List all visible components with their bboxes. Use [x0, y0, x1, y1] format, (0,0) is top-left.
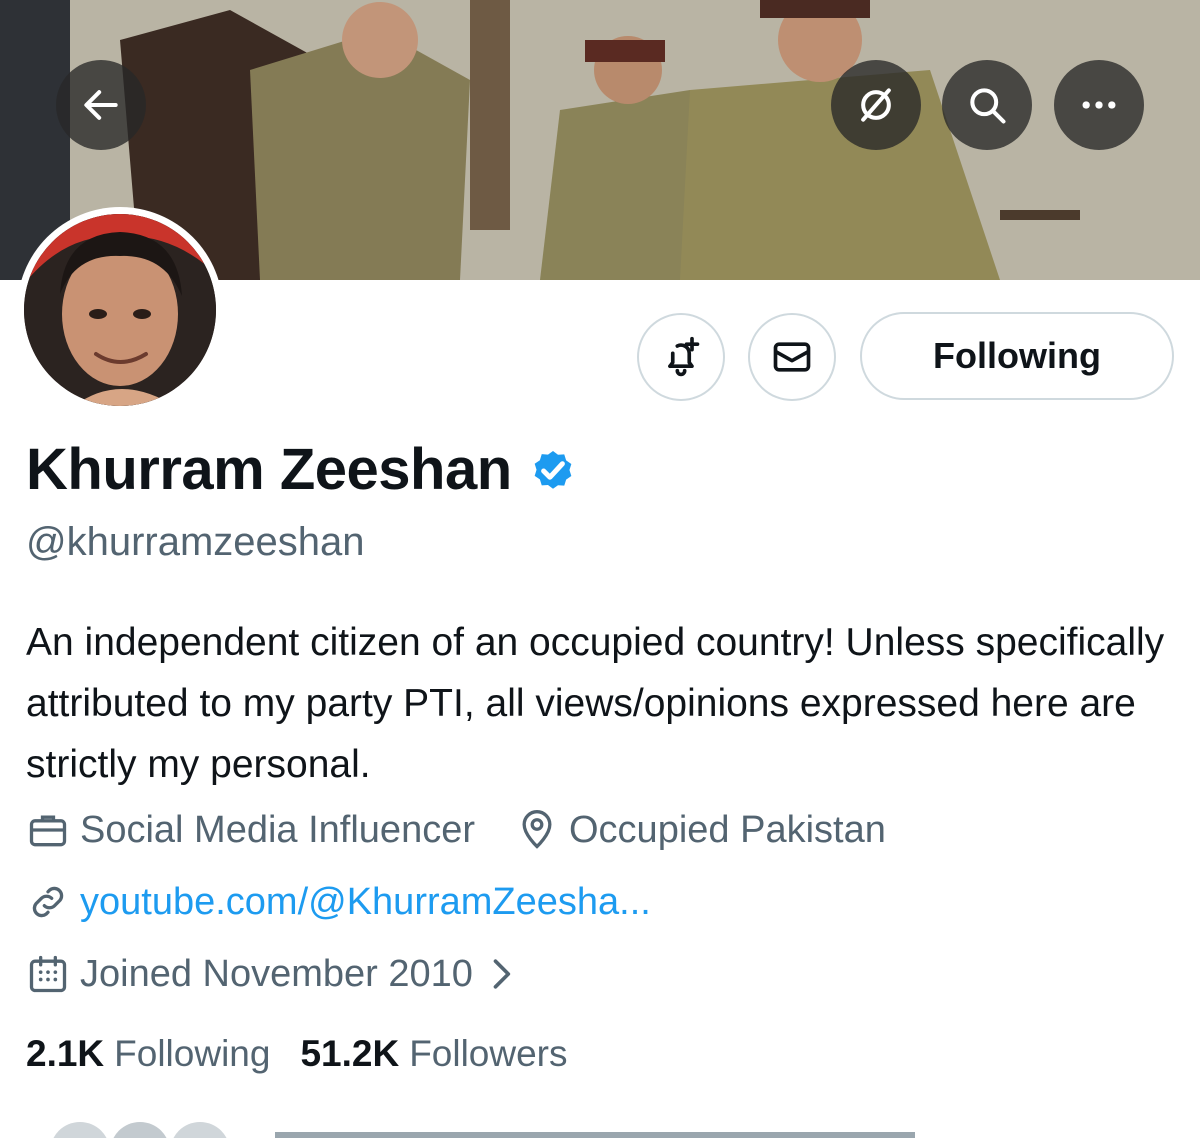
hide-media-button[interactable] — [831, 60, 921, 150]
following-count: 2.1K — [26, 1033, 105, 1074]
envelope-icon — [773, 342, 811, 372]
profile-name-row: Khurram Zeeshan — [26, 436, 578, 503]
notify-button[interactable] — [637, 313, 725, 401]
profile-stats: 2.1K Following 51.2K Followers — [26, 1033, 598, 1075]
profile-location: Occupied Pakistan — [569, 808, 886, 851]
profile-handle: @khurramzeeshan — [26, 520, 365, 564]
back-button[interactable] — [56, 60, 146, 150]
avatar[interactable] — [24, 214, 216, 406]
followers-count: 51.2K — [300, 1033, 400, 1074]
verified-badge-icon[interactable] — [528, 445, 578, 495]
following-stat[interactable]: 2.1K Following — [26, 1033, 270, 1075]
profile-name: Khurram Zeeshan — [26, 437, 512, 502]
followed-by-row[interactable] — [0, 1122, 1200, 1138]
arrow-left-icon — [84, 90, 118, 120]
bell-plus-icon — [668, 336, 700, 377]
profile-meta-row: Social Media Influencer Occupied Pakista… — [26, 808, 886, 852]
following-button-label: Following — [933, 335, 1101, 376]
profile-bio: An independent citizen of an occupied co… — [26, 621, 1165, 786]
message-button[interactable] — [748, 313, 836, 401]
avatar-ring — [17, 207, 223, 413]
avatar-photo — [24, 214, 216, 406]
more-button[interactable] — [1054, 60, 1144, 150]
search-icon — [970, 88, 1006, 124]
briefcase-icon — [29, 815, 67, 847]
followers-stat-label: Followers — [409, 1033, 568, 1074]
followed-by-avatars — [53, 1122, 915, 1138]
profile-website-link[interactable]: youtube.com/@KhurramZeesha... — [80, 881, 651, 924]
link-icon — [32, 886, 64, 918]
calendar-icon — [29, 955, 67, 993]
profile-joined-row[interactable]: Joined November 2010 — [26, 952, 523, 996]
more-horizontal-icon — [1082, 101, 1116, 109]
eye-off-icon — [861, 88, 891, 122]
chevron-right-icon — [493, 959, 511, 989]
profile-joined: Joined November 2010 — [80, 952, 473, 995]
following-button[interactable]: Following — [860, 312, 1174, 400]
location-pin-icon — [522, 810, 552, 849]
following-stat-label: Following — [114, 1033, 271, 1074]
search-button[interactable] — [942, 60, 1032, 150]
profile-category: Social Media Influencer — [80, 808, 475, 851]
profile-website-row: youtube.com/@KhurramZeesha... — [26, 880, 651, 924]
followers-stat[interactable]: 51.2K Followers — [300, 1033, 567, 1075]
